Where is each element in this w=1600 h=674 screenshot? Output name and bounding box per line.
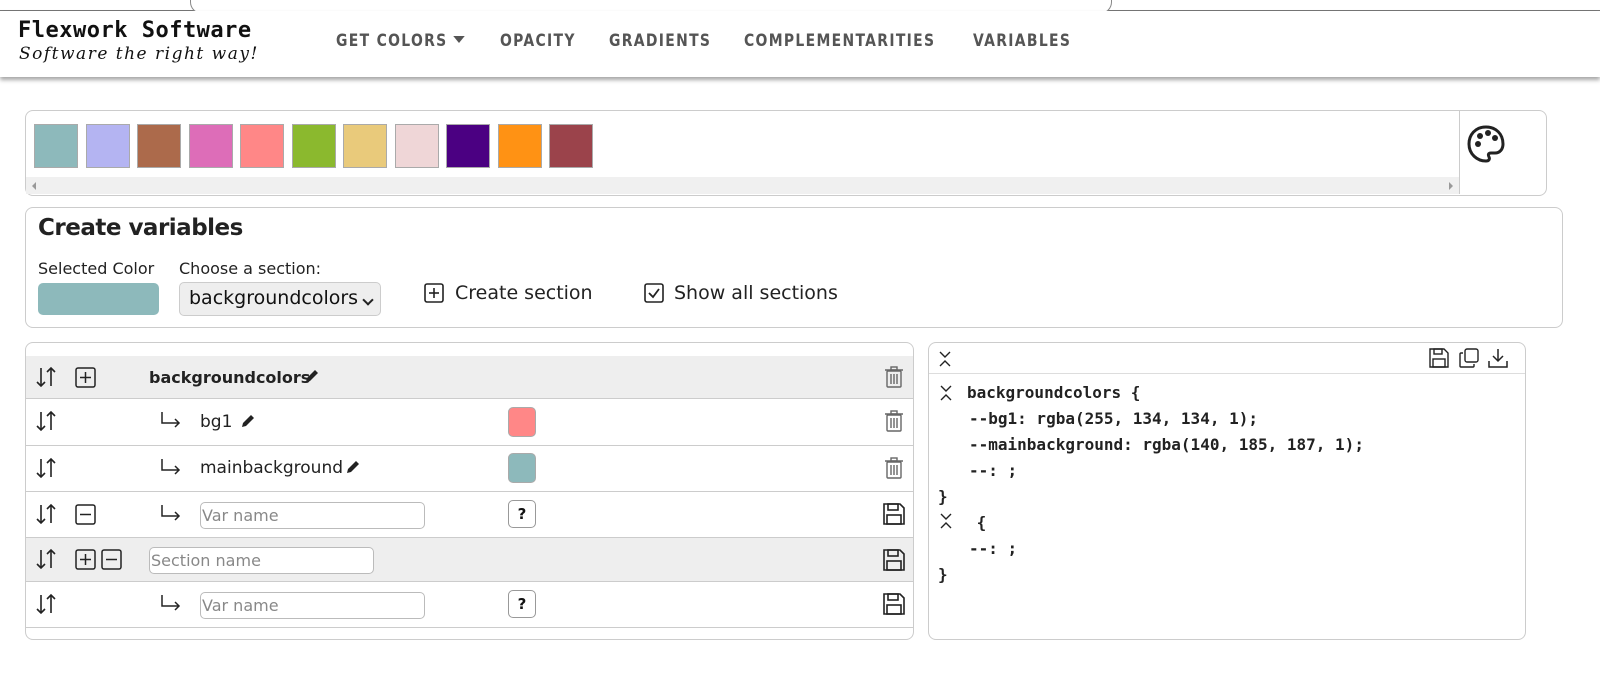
color-swatch[interactable] bbox=[34, 124, 78, 168]
arrow-return-icon bbox=[160, 504, 182, 522]
checkbox-checked-icon[interactable] bbox=[644, 283, 664, 303]
variable-name: bg1 bbox=[200, 412, 233, 432]
color-swatch[interactable] bbox=[549, 124, 593, 168]
show-all-sections-toggle[interactable]: Show all sections bbox=[674, 282, 838, 304]
section-name-input[interactable]: Section name bbox=[149, 547, 374, 574]
reorder-icon[interactable] bbox=[35, 503, 57, 525]
trash-icon[interactable] bbox=[884, 409, 904, 433]
variable-color-chip[interactable] bbox=[508, 453, 536, 483]
nav-opacity[interactable]: OPACITY bbox=[500, 31, 576, 51]
color-swatch[interactable] bbox=[240, 124, 284, 168]
arrow-return-icon bbox=[160, 458, 182, 476]
remove-icon[interactable] bbox=[101, 549, 122, 570]
color-swatch[interactable] bbox=[446, 124, 490, 168]
edit-pencil-icon[interactable] bbox=[304, 368, 320, 384]
reorder-icon[interactable] bbox=[35, 457, 57, 479]
scroll-left-icon[interactable] bbox=[32, 182, 36, 190]
color-swatch[interactable] bbox=[291, 124, 336, 168]
brand-tagline: Software the right way! bbox=[19, 44, 259, 64]
reorder-icon[interactable] bbox=[35, 410, 57, 432]
save-icon[interactable] bbox=[882, 548, 906, 572]
chevron-down-icon bbox=[362, 294, 374, 306]
variable-name: mainbackground bbox=[200, 458, 344, 478]
pick-color-button[interactable]: ? bbox=[508, 500, 536, 528]
code-line: backgroundcolors { bbox=[967, 383, 1141, 402]
code-line: { bbox=[967, 513, 987, 532]
section-row: backgroundcolors bbox=[26, 356, 913, 399]
var-name-input[interactable]: Var name bbox=[200, 502, 425, 529]
selected-color-label: Selected Color bbox=[38, 259, 155, 278]
new-variable-row: Var name ? bbox=[26, 492, 913, 538]
collapse-section-icon[interactable] bbox=[939, 385, 953, 401]
css-output-panel: backgroundcolors { --bg1: rgba(255, 134,… bbox=[928, 342, 1526, 640]
add-variable-icon[interactable] bbox=[75, 367, 96, 388]
reorder-icon[interactable] bbox=[35, 593, 57, 615]
scroll-right-icon[interactable] bbox=[1449, 182, 1453, 190]
new-section-row: Section name bbox=[26, 538, 913, 582]
horizontal-scrollbar[interactable] bbox=[26, 177, 1459, 194]
create-section-button[interactable]: Create section bbox=[455, 282, 593, 304]
color-swatch[interactable] bbox=[188, 124, 233, 168]
selected-color-preview[interactable] bbox=[38, 283, 159, 315]
trash-icon[interactable] bbox=[884, 456, 904, 480]
color-swatch[interactable] bbox=[497, 124, 542, 168]
copy-icon[interactable] bbox=[1459, 348, 1479, 368]
code-line: --mainbackground: rgba(140, 185, 187, 1)… bbox=[969, 435, 1364, 454]
plus-square-icon[interactable] bbox=[424, 283, 444, 303]
palette-scroller[interactable] bbox=[26, 111, 1460, 194]
save-icon[interactable] bbox=[1429, 348, 1449, 368]
var-name-input[interactable]: Var name bbox=[200, 592, 425, 619]
nav-complementarities[interactable]: COMPLEMENTARITIES bbox=[744, 31, 935, 51]
collapse-all-icon[interactable] bbox=[938, 351, 952, 367]
nav-get-colors-label: GET COLORS bbox=[336, 31, 448, 51]
arrow-return-icon bbox=[160, 594, 182, 612]
header: Flexwork Software Software the right way… bbox=[0, 11, 1600, 77]
section-select[interactable]: backgroundcolors bbox=[179, 282, 381, 316]
pick-color-button[interactable]: ? bbox=[508, 590, 536, 618]
remove-icon[interactable] bbox=[75, 504, 96, 525]
caret-down-icon bbox=[453, 36, 465, 43]
collapse-section-icon[interactable] bbox=[939, 513, 953, 529]
edit-pencil-icon[interactable] bbox=[345, 459, 361, 475]
choose-section-label: Choose a section: bbox=[179, 259, 322, 278]
code-line: --: ; bbox=[969, 461, 1018, 480]
edit-pencil-icon[interactable] bbox=[240, 413, 256, 429]
variable-row: mainbackground bbox=[26, 446, 913, 492]
reorder-icon[interactable] bbox=[35, 366, 57, 388]
section-name: backgroundcolors bbox=[149, 368, 311, 387]
trash-icon[interactable] bbox=[884, 365, 904, 389]
color-swatch[interactable] bbox=[85, 124, 130, 168]
color-swatch[interactable] bbox=[137, 124, 181, 168]
code-toolbar bbox=[929, 343, 1525, 374]
add-variable-icon[interactable] bbox=[75, 549, 96, 570]
palette-icon[interactable] bbox=[1466, 124, 1506, 164]
code-line: --: ; bbox=[969, 539, 1018, 558]
nav-variables[interactable]: VARIABLES bbox=[973, 31, 1071, 51]
variables-table: backgroundcolors bg1 mainbackground Var … bbox=[25, 342, 914, 640]
code-line: } bbox=[938, 565, 948, 584]
section-select-value: backgroundcolors bbox=[189, 287, 359, 309]
download-icon[interactable] bbox=[1488, 348, 1508, 368]
code-line: } bbox=[938, 487, 948, 506]
save-icon[interactable] bbox=[882, 502, 906, 526]
nav-gradients[interactable]: GRADIENTS bbox=[609, 31, 711, 51]
code-line: --bg1: rgba(255, 134, 134, 1); bbox=[969, 409, 1258, 428]
new-variable-row: Var name ? bbox=[26, 582, 913, 628]
arrow-return-icon bbox=[160, 411, 182, 429]
reorder-icon[interactable] bbox=[35, 548, 57, 570]
variable-color-chip[interactable] bbox=[508, 407, 536, 437]
variable-row: bg1 bbox=[26, 399, 913, 446]
create-variables-title: Create variables bbox=[38, 215, 243, 241]
brand-name[interactable]: Flexwork Software bbox=[18, 18, 252, 43]
color-swatch[interactable] bbox=[394, 124, 439, 168]
save-icon[interactable] bbox=[882, 592, 906, 616]
nav-get-colors[interactable]: GET COLORS bbox=[336, 31, 465, 51]
color-swatch[interactable] bbox=[343, 124, 387, 168]
